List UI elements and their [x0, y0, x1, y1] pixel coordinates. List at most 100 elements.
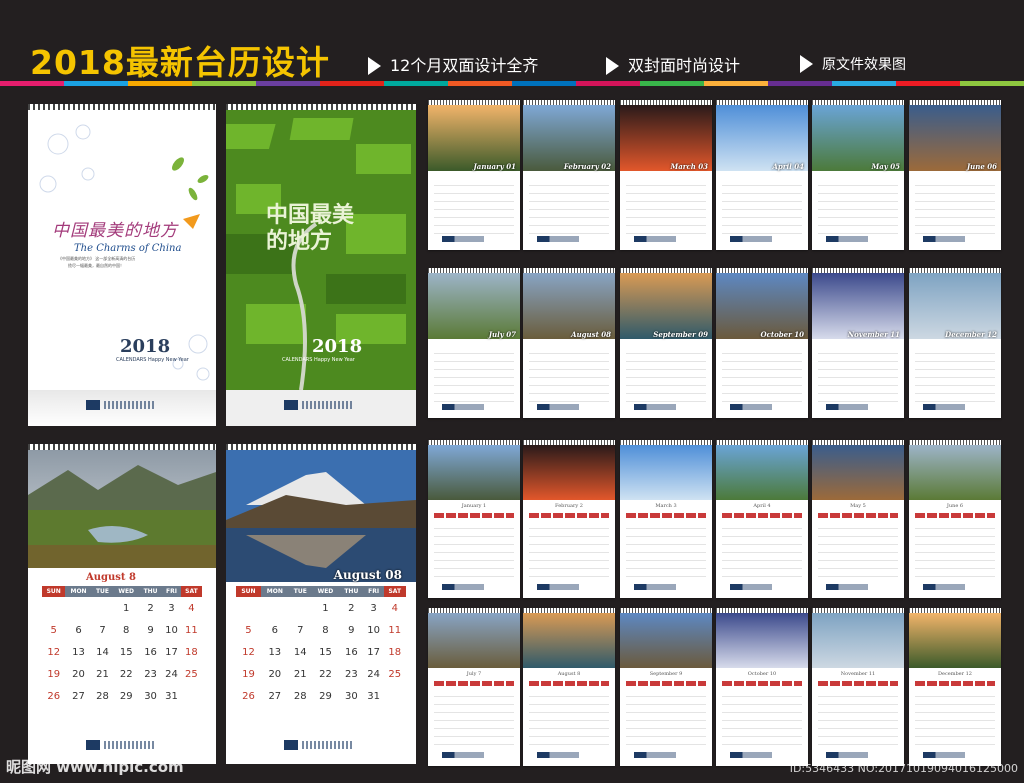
month-card: July 07 — [428, 268, 520, 418]
card-logo — [730, 404, 772, 410]
month-card: January 01 — [428, 100, 520, 250]
feature-3: 原文件效果图 — [800, 54, 906, 74]
triangle-icon — [800, 55, 813, 73]
card-logo — [537, 236, 579, 242]
day-cell: 19 — [47, 668, 61, 680]
watermark-left: 昵图网 www.nipic.com — [6, 758, 184, 776]
mini-calendar-grid — [434, 689, 514, 745]
day-cell: 25 — [185, 668, 198, 680]
weekday-header: FRI — [162, 586, 181, 597]
day-cell: 29 — [319, 690, 332, 702]
cover-chinese-title: 中国最美的地方 — [266, 202, 355, 254]
month-label: September 09 — [653, 330, 708, 339]
weekday-header: WED — [113, 586, 139, 597]
day-cell: 8 — [322, 624, 329, 636]
day-cell: 11 — [185, 624, 198, 636]
day-cell: 5 — [50, 624, 57, 636]
weekday-bar — [818, 513, 898, 518]
feature-1: 12个月双面设计全齐 — [368, 52, 538, 76]
weekday-bar — [626, 681, 706, 686]
mini-calendar-grid — [915, 689, 995, 745]
cover-tagline: 《中国最美的地方》 这一部全新高清的台历 — [58, 256, 136, 261]
day-cell — [384, 685, 406, 707]
month-label: June 06 — [966, 162, 997, 171]
month-card: October 10 — [716, 268, 808, 418]
day-cell — [261, 597, 289, 619]
month-card: April 4 — [716, 440, 808, 598]
color-stripe — [0, 81, 1024, 86]
month-card: March 03 — [620, 100, 712, 250]
mini-calendar-grid — [626, 178, 706, 234]
day-cell: 14 — [96, 646, 109, 658]
month-label: November 11 — [840, 671, 876, 677]
card-logo — [730, 752, 772, 758]
month-label: August 08 — [571, 330, 611, 339]
month-label: April 4 — [753, 503, 771, 509]
day-cell: 4 — [391, 602, 398, 614]
logo-badge — [284, 400, 298, 410]
month-label: March 3 — [655, 503, 677, 509]
month-label: July 07 — [488, 330, 516, 339]
mini-calendar-grid — [626, 521, 706, 577]
day-cell — [236, 597, 261, 619]
stripe-segment — [960, 81, 1024, 86]
weekday-header: MON — [260, 586, 289, 597]
month-photo — [716, 445, 808, 500]
day-cell: 26 — [47, 690, 61, 702]
day-cell: 7 — [99, 624, 106, 636]
month-photo — [716, 613, 808, 668]
month-label: August 08 — [333, 568, 402, 582]
card-logo — [634, 404, 676, 410]
big-calendar-b: August 08 SUN MON TUE WED THU FRI SAT 1 2 3 4 5 6 7 8 9… — [226, 444, 416, 764]
month-label: August 8 — [86, 572, 136, 583]
day-cell: 3 — [370, 602, 377, 614]
month-photo — [523, 613, 615, 668]
month-photo — [812, 445, 904, 500]
month-label: December 12 — [938, 671, 972, 677]
weekday-header: WED — [311, 586, 340, 597]
card-logo — [442, 236, 484, 242]
day-cell: 14 — [293, 646, 307, 658]
day-cell — [92, 597, 114, 619]
mini-calendar-grid — [915, 346, 995, 402]
weekday-header: TUE — [91, 586, 114, 597]
weekday-bar — [915, 513, 995, 518]
month-photo — [523, 445, 615, 500]
month-card: August 8 — [523, 608, 615, 766]
month-label: October 10 — [760, 330, 804, 339]
month-photo — [909, 445, 1001, 500]
stripe-segment — [704, 81, 768, 86]
landscape-photo — [28, 450, 216, 568]
day-cell: 9 — [348, 624, 355, 636]
stripe-segment — [320, 81, 384, 86]
day-cell: 21 — [96, 668, 109, 680]
month-photo — [620, 613, 712, 668]
calendar-grid: SUN MON TUE WED THU FRI SAT 1 2 3 4 5 6 7 8 9 10 11 12 13 14… — [236, 586, 406, 707]
card-logo — [923, 584, 965, 590]
day-cell: 5 — [245, 624, 252, 636]
month-label: February 02 — [563, 162, 611, 171]
day-cell: 16 — [144, 646, 157, 658]
month-label: June 6 — [946, 503, 964, 509]
weekday-bar — [626, 513, 706, 518]
cover-calendars: CALENDARS Happy New Year — [282, 357, 355, 363]
month-label: May 05 — [871, 162, 900, 171]
month-label: September 9 — [649, 671, 683, 677]
day-cell: 8 — [123, 624, 130, 636]
card-logo — [634, 236, 676, 242]
day-cell: 31 — [165, 690, 178, 702]
month-label: January 01 — [473, 162, 517, 171]
mini-calendar-grid — [818, 689, 898, 745]
month-card: July 7 — [428, 608, 520, 766]
day-cell: 29 — [119, 690, 133, 702]
mini-calendar-grid — [722, 521, 802, 577]
month-photo — [620, 445, 712, 500]
day-cell: 10 — [367, 624, 380, 636]
month-card: February 2 — [523, 440, 615, 598]
day-cell: 22 — [319, 668, 332, 680]
month-card: December 12 — [909, 608, 1001, 766]
weekday-bar — [529, 681, 609, 686]
day-cell: 2 — [348, 602, 355, 614]
month-card: April 04 — [716, 100, 808, 250]
day-cell: 18 — [185, 646, 198, 658]
